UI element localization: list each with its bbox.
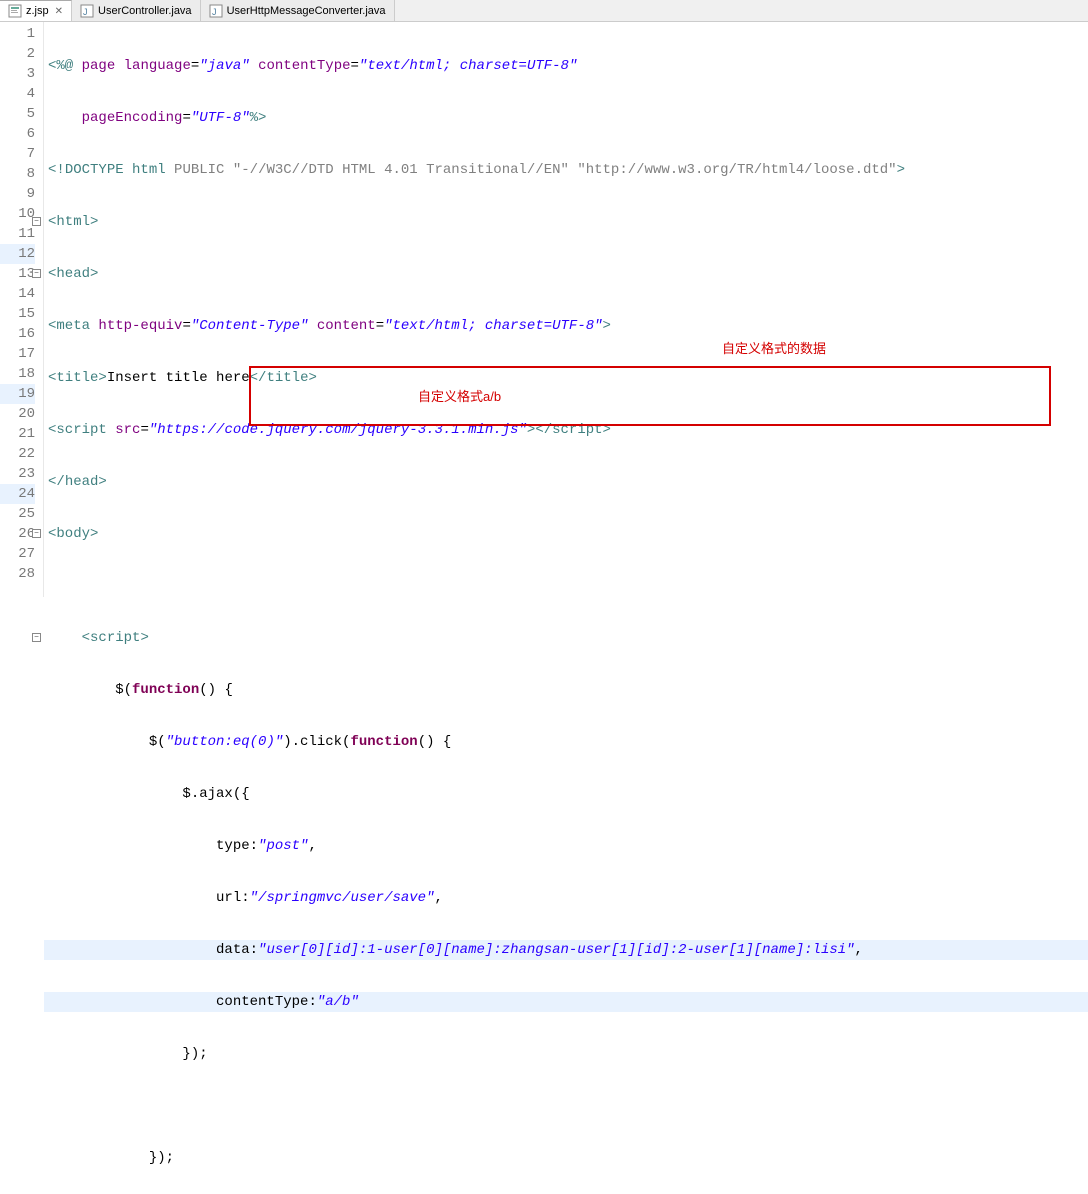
line-number: 22 — [0, 444, 35, 464]
tab-label: z.jsp — [26, 5, 49, 17]
line-number: 10 — [0, 204, 35, 224]
line-number: 27 — [0, 544, 35, 564]
code-line: −<html> — [44, 212, 1088, 232]
code-line: type:"post", — [44, 836, 1088, 856]
line-number: 6 — [0, 124, 35, 144]
fold-icon[interactable]: − — [32, 217, 41, 226]
tab-usercontroller[interactable]: J UserController.java — [72, 0, 201, 21]
code-line: −<body> — [44, 524, 1088, 544]
line-number: 14 — [0, 284, 35, 304]
code-line: data:"user[0][id]:1-user[0][name]:zhangs… — [44, 940, 1088, 960]
svg-text:J: J — [212, 7, 217, 17]
code-line: }); — [44, 1044, 1088, 1064]
line-number: 5 — [0, 104, 35, 124]
fold-icon[interactable]: − — [32, 633, 41, 642]
code-line: $.ajax({ — [44, 784, 1088, 804]
fold-icon[interactable]: − — [32, 529, 41, 538]
code-line: url:"/springmvc/user/save", — [44, 888, 1088, 908]
annotation-custom-format: 自定义格式a/b — [418, 386, 501, 405]
line-number: 28 — [0, 564, 35, 584]
code-line: <meta http-equiv="Content-Type" content=… — [44, 316, 1088, 336]
line-number: 11 — [0, 224, 35, 244]
code-line: −<head> — [44, 264, 1088, 284]
line-number: 20 — [0, 404, 35, 424]
tab-userhttpconverter[interactable]: J UserHttpMessageConverter.java — [201, 0, 395, 21]
line-number: 1 — [0, 24, 35, 44]
code-line: <script src="https://code.jquery.com/jqu… — [44, 420, 1088, 440]
code-line: pageEncoding="UTF-8"%> — [44, 108, 1088, 128]
line-number: 7 — [0, 144, 35, 164]
line-number: 12 — [0, 244, 35, 264]
line-number: 19 — [0, 384, 35, 404]
fold-icon[interactable]: − — [32, 269, 41, 278]
line-number: 13 — [0, 264, 35, 284]
code-line: contentType:"a/b" — [44, 992, 1088, 1012]
tab-label: UserHttpMessageConverter.java — [227, 5, 386, 17]
code-line: $("button:eq(0)").click(function() { — [44, 732, 1088, 752]
jsp-file-icon — [8, 4, 22, 18]
code-line: }); — [44, 1148, 1088, 1168]
line-number: 8 — [0, 164, 35, 184]
code-line — [44, 576, 1088, 596]
line-number: 16 — [0, 324, 35, 344]
code-line: </head> — [44, 472, 1088, 492]
code-area[interactable]: <%@ page language="java" contentType="te… — [44, 22, 1088, 597]
code-line: <%@ page language="java" contentType="te… — [44, 56, 1088, 76]
code-line: <!DOCTYPE html PUBLIC "-//W3C//DTD HTML … — [44, 160, 1088, 180]
code-line: <title>Insert title here</title> — [44, 368, 1088, 388]
line-number: 9 — [0, 184, 35, 204]
line-number: 24 — [0, 484, 35, 504]
java-file-icon: J — [209, 4, 223, 18]
svg-text:J: J — [83, 7, 88, 17]
tab-zjsp[interactable]: z.jsp ✕ — [0, 0, 72, 21]
line-number: 23 — [0, 464, 35, 484]
tab-label: UserController.java — [98, 5, 192, 17]
code-line: $(function() { — [44, 680, 1088, 700]
line-number: 4 — [0, 84, 35, 104]
line-number: 2 — [0, 44, 35, 64]
line-number: 26 — [0, 524, 35, 544]
editor-tabs: z.jsp ✕ J UserController.java J UserHttp… — [0, 0, 1088, 22]
line-gutter: 1 2 3 4 5 6 7 8 9 10 11 12 13 14 15 16 1… — [0, 22, 44, 597]
code-editor[interactable]: 1 2 3 4 5 6 7 8 9 10 11 12 13 14 15 16 1… — [0, 22, 1088, 597]
line-number: 25 — [0, 504, 35, 524]
line-number: 3 — [0, 64, 35, 84]
java-file-icon: J — [80, 4, 94, 18]
annotation-custom-data: 自定义格式的数据 — [722, 338, 826, 357]
close-icon[interactable]: ✕ — [55, 6, 63, 17]
line-number: 17 — [0, 344, 35, 364]
code-line: − <script> — [44, 628, 1088, 648]
line-number: 18 — [0, 364, 35, 384]
line-number: 21 — [0, 424, 35, 444]
line-number: 15 — [0, 304, 35, 324]
code-line — [44, 1096, 1088, 1116]
